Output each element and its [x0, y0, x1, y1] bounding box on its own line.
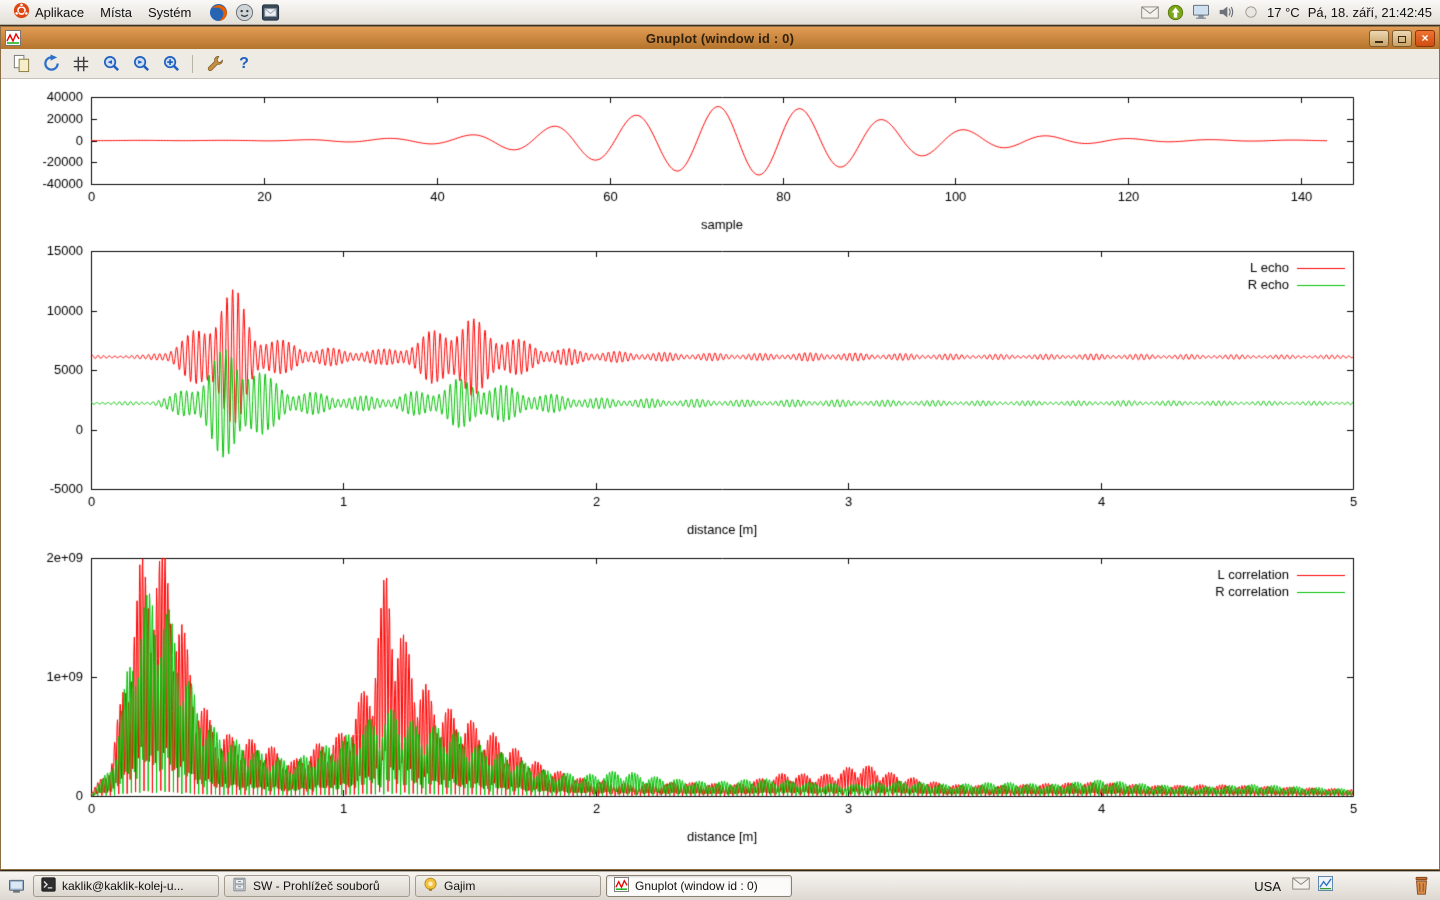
- toolbar-separator: [192, 55, 193, 73]
- menu-applications[interactable]: Aplikace: [5, 0, 92, 24]
- weather-icon: [1243, 4, 1259, 20]
- help-glyph: ?: [239, 55, 249, 73]
- plot-content: [1, 79, 1439, 869]
- replot-icon[interactable]: [40, 53, 62, 75]
- gnuplot-window: Gnuplot (window id : 0) ×: [0, 26, 1440, 870]
- zoom-previous-icon[interactable]: [100, 53, 122, 75]
- gajim-icon: [423, 877, 438, 895]
- trash-icon[interactable]: [1408, 874, 1434, 898]
- keyboard-layout-indicator[interactable]: USA: [1248, 879, 1287, 894]
- window-title: Gnuplot (window id : 0): [1, 31, 1439, 46]
- taskbar-item-gnuplot[interactable]: Gnuplot (window id : 0): [606, 875, 792, 897]
- zoom-next-icon[interactable]: [130, 53, 152, 75]
- menu-system[interactable]: Systém: [140, 3, 199, 22]
- gnuplot-icon: [614, 877, 629, 895]
- window-buttons: ×: [1369, 30, 1435, 47]
- maximize-button[interactable]: [1392, 30, 1412, 47]
- bottom-panel: kaklik@kaklik-kolej-u... SW - Prohlížeč …: [0, 871, 1440, 900]
- menu-applications-label: Aplikace: [35, 5, 84, 20]
- mail-launcher-icon[interactable]: [261, 3, 280, 22]
- taskbar-item-gajim[interactable]: Gajim: [415, 875, 601, 897]
- panel-tray: 17 °C Pá, 18. září, 21:42:45: [1141, 4, 1435, 21]
- configure-icon[interactable]: [203, 53, 225, 75]
- gnuplot-canvas[interactable]: [1, 79, 1439, 869]
- clock[interactable]: Pá, 18. září, 21:42:45: [1308, 5, 1432, 20]
- chat-launcher-icon[interactable]: [235, 3, 254, 22]
- taskbar-item-file-manager[interactable]: SW - Prohlížeč souborů: [224, 875, 410, 897]
- taskbar-item-terminal[interactable]: kaklik@kaklik-kolej-u...: [33, 875, 219, 897]
- zoom-autoscale-icon[interactable]: [160, 53, 182, 75]
- minimize-button[interactable]: [1369, 30, 1389, 47]
- taskbar-item-label: Gajim: [444, 879, 475, 893]
- bottom-tray: [1292, 876, 1333, 896]
- close-button[interactable]: ×: [1415, 30, 1435, 47]
- taskbar-item-label: kaklik@kaklik-kolej-u...: [62, 879, 184, 893]
- file-manager-icon: [232, 877, 247, 895]
- gnuplot-toolbar: ?: [1, 49, 1439, 79]
- display-icon[interactable]: [1192, 4, 1210, 20]
- desktop: Aplikace Místa Systém: [0, 0, 1440, 900]
- titlebar[interactable]: Gnuplot (window id : 0) ×: [1, 27, 1439, 49]
- menu-places[interactable]: Místa: [92, 3, 140, 22]
- menu-system-label: Systém: [148, 5, 191, 20]
- weather-temp[interactable]: 17 °C: [1267, 5, 1300, 20]
- taskbar-item-label: Gnuplot (window id : 0): [635, 879, 758, 893]
- grid-icon[interactable]: [70, 53, 92, 75]
- show-desktop-icon[interactable]: [4, 875, 28, 897]
- taskbar-item-label: SW - Prohlížeč souborů: [253, 879, 380, 893]
- tray-mail-icon[interactable]: [1292, 877, 1310, 895]
- volume-icon[interactable]: [1218, 4, 1235, 20]
- firefox-launcher-icon[interactable]: [209, 3, 228, 22]
- help-icon[interactable]: ?: [233, 53, 255, 75]
- terminal-icon: [41, 877, 56, 895]
- copy-icon[interactable]: [10, 53, 32, 75]
- gnuplot-window-icon: [5, 30, 21, 46]
- panel-launchers: [209, 3, 280, 22]
- mail-notification-icon[interactable]: [1141, 6, 1159, 19]
- ubuntu-logo-icon: [13, 2, 30, 22]
- tray-chart-icon[interactable]: [1318, 876, 1333, 896]
- menu-places-label: Místa: [100, 5, 132, 20]
- top-panel: Aplikace Místa Systém: [0, 0, 1440, 25]
- update-notifier-icon[interactable]: [1167, 4, 1184, 21]
